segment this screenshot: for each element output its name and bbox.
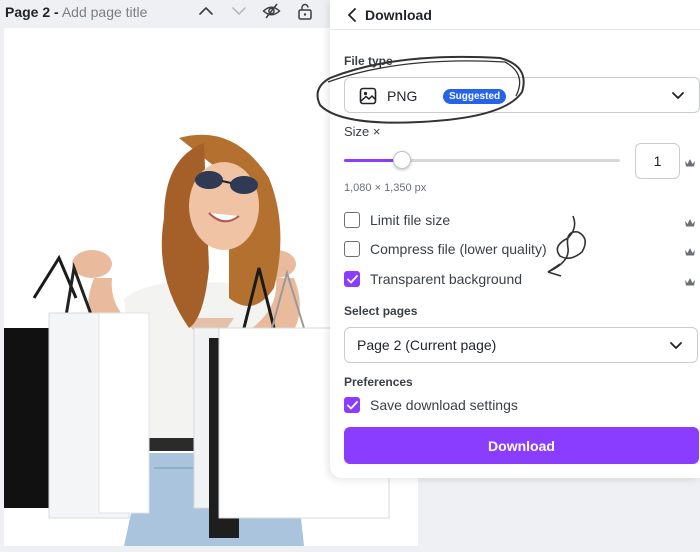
chevron-up-icon[interactable] [196, 2, 215, 21]
preferences-label: Preferences [344, 375, 413, 389]
option-label: Limit file size [370, 212, 451, 228]
size-input[interactable]: 1 [635, 143, 680, 179]
chevron-down-icon [671, 88, 685, 102]
option-label: Save download settings [370, 397, 518, 413]
crown-icon [684, 215, 696, 227]
checkbox[interactable] [344, 212, 360, 228]
transparent-background-option[interactable]: Transparent background [344, 269, 522, 289]
crown-icon [684, 274, 696, 286]
select-pages-label: Select pages [344, 304, 418, 318]
panel-title: Download [365, 7, 432, 23]
dimensions-text: 1,080 × 1,350 px [344, 182, 427, 194]
checkbox-checked[interactable] [344, 397, 360, 413]
suggested-badge: Suggested [443, 89, 507, 104]
hide-page-icon[interactable] [262, 2, 281, 21]
file-type-label: File type [344, 54, 393, 68]
crown-icon [684, 155, 696, 167]
download-button[interactable]: Download [344, 427, 699, 464]
checkbox-checked[interactable] [344, 271, 360, 287]
size-slider[interactable] [344, 150, 620, 170]
save-download-settings-option[interactable]: Save download settings [344, 395, 518, 415]
panel-header: Download [330, 0, 700, 30]
chevron-down-icon[interactable] [229, 2, 248, 21]
image-icon [359, 87, 377, 105]
option-label: Transparent background [370, 271, 523, 287]
download-panel: Download File type PNG Suggested Size × … [330, 0, 700, 478]
chevron-down-icon [669, 338, 683, 352]
page-title-placeholder[interactable]: Add page title [62, 4, 148, 20]
file-type-value: PNG [387, 88, 418, 104]
select-pages-value: Page 2 (Current page) [357, 337, 497, 353]
slider-thumb[interactable] [392, 151, 411, 169]
limit-file-size-option[interactable]: Limit file size [344, 210, 450, 230]
select-pages-dropdown[interactable]: Page 2 (Current page) [344, 327, 698, 363]
page-number: Page 2 - [5, 4, 59, 20]
file-type-select[interactable]: PNG Suggested [344, 77, 700, 113]
size-label: Size × [344, 124, 381, 139]
back-arrow-icon[interactable] [344, 6, 360, 24]
crown-icon [684, 244, 696, 256]
compress-file-option[interactable]: Compress file (lower quality) [344, 239, 547, 259]
page-actions [196, 0, 314, 22]
page-title[interactable]: Page 2 - Add page title [0, 4, 147, 20]
option-label: Compress file (lower quality) [370, 241, 547, 257]
checkbox[interactable] [344, 241, 360, 257]
lock-icon[interactable] [295, 2, 314, 21]
